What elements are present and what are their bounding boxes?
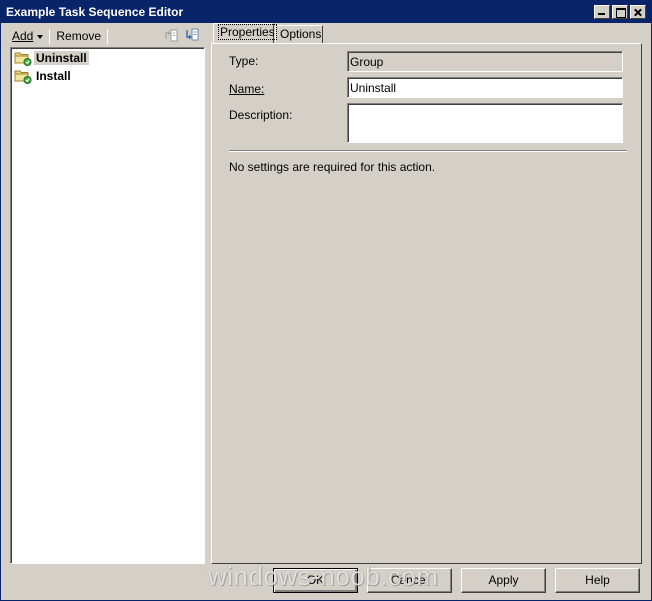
- task-sequence-editor-window: Example Task Sequence Editor Add Remove: [0, 0, 652, 601]
- properties-panel: Type: Name: Description: No settings are…: [211, 43, 642, 564]
- task-sequence-tree[interactable]: Uninstall Install: [10, 47, 205, 564]
- maximize-icon[interactable]: [612, 5, 628, 19]
- tree-toolbar: Add Remove: [8, 26, 206, 46]
- toolbar-separator: [107, 28, 109, 44]
- tab-options[interactable]: Options: [275, 25, 323, 43]
- move-down-icon[interactable]: [184, 27, 200, 43]
- type-field: [347, 51, 623, 72]
- section-divider: [229, 150, 627, 152]
- close-icon[interactable]: [630, 5, 646, 19]
- group-folder-icon: [14, 70, 32, 84]
- minimize-icon[interactable]: [594, 5, 610, 19]
- move-up-icon[interactable]: [163, 27, 179, 43]
- cancel-button[interactable]: Cancel: [367, 568, 452, 593]
- description-label: Description:: [229, 108, 293, 122]
- window-title: Example Task Sequence Editor: [6, 5, 184, 19]
- tab-label: Properties: [218, 24, 277, 40]
- tree-item-label: Install: [36, 69, 71, 83]
- add-button-label: Add: [12, 29, 34, 43]
- type-label: Type:: [229, 54, 259, 68]
- window-controls: [594, 5, 646, 19]
- toolbar-separator: [49, 28, 51, 44]
- tree-item-uninstall[interactable]: Uninstall: [11, 50, 204, 66]
- title-bar[interactable]: Example Task Sequence Editor: [1, 1, 651, 23]
- ok-button[interactable]: OK: [273, 568, 358, 593]
- remove-button[interactable]: Remove: [52, 27, 105, 45]
- name-field[interactable]: [347, 77, 623, 98]
- name-label: Name:: [229, 82, 264, 96]
- name-label-text: Name:: [229, 82, 265, 96]
- help-button[interactable]: Help: [555, 568, 640, 593]
- tree-item-install[interactable]: Install: [11, 68, 204, 84]
- chevron-down-icon: [37, 34, 44, 39]
- remove-button-label: Remove: [56, 29, 102, 43]
- no-settings-note: No settings are required for this action…: [229, 160, 436, 174]
- tab-properties[interactable]: Properties: [213, 23, 277, 43]
- group-folder-icon: [14, 52, 32, 66]
- add-button[interactable]: Add: [8, 27, 47, 45]
- tab-label: Options: [280, 27, 322, 41]
- apply-button[interactable]: Apply: [461, 568, 546, 593]
- tree-item-label: Uninstall: [34, 51, 89, 65]
- description-field[interactable]: [347, 103, 623, 143]
